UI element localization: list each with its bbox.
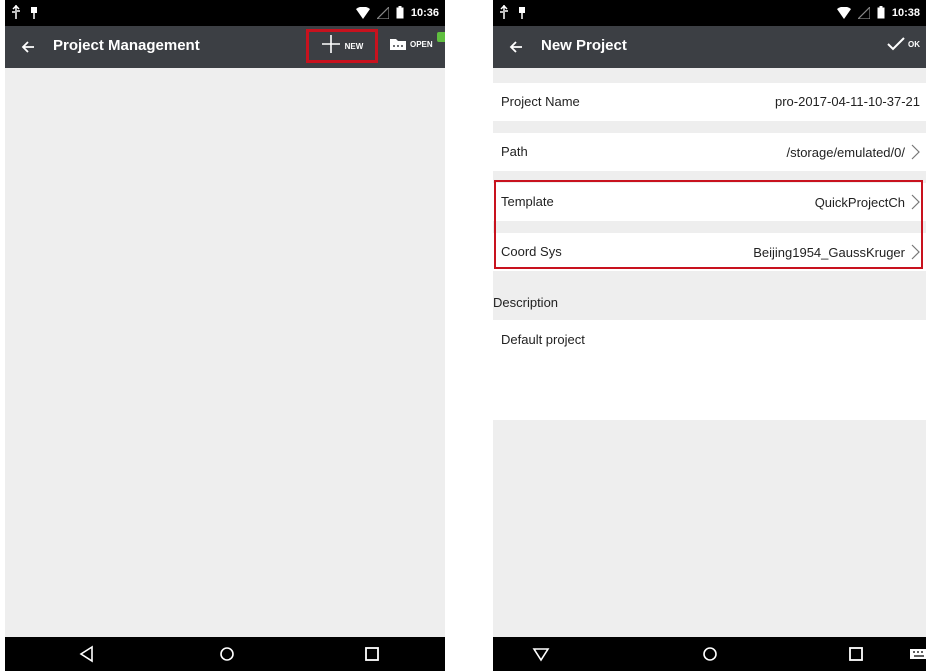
notification-icon [31,7,37,19]
template-label: Template [501,194,554,209]
status-time: 10:36 [410,6,439,19]
page-title: Project Management [53,37,200,54]
plus-icon [321,34,341,59]
navigation-bar [493,637,926,671]
template-value-wrap: QuickProjectCh [815,194,920,210]
open-button-label: OPEN [410,39,433,49]
chevron-right-icon [911,194,920,210]
coord-sys-value-wrap: Beijing1954_GaussKruger [753,244,920,260]
home-circle-icon[interactable] [700,644,720,664]
wifi-icon [836,6,851,19]
status-time: 10:38 [891,6,920,19]
description-label: Description [493,295,559,310]
back-button[interactable] [503,34,529,60]
path-row[interactable]: Path /storage/emulated/0/ [493,133,926,171]
project-management-screen: 10:36 Project Management NEW OPEN [5,0,445,671]
status-bar: 10:36 [5,0,445,26]
back-button[interactable] [15,34,41,60]
page-title: New Project [541,37,627,54]
usb-icon [500,5,508,19]
new-project-button[interactable]: NEW [306,29,378,63]
open-project-button[interactable]: OPEN [390,38,433,50]
app-bar: New Project OK [493,26,926,68]
new-project-screen: 10:38 New Project OK Project Name pro-20… [493,0,926,671]
arrow-left-icon [509,41,522,53]
project-name-row[interactable]: Project Name pro-2017-04-11-10-37-21 [493,83,926,121]
coord-sys-value: Beijing1954_GaussKruger [753,244,905,260]
navigation-bar [5,637,445,671]
ok-button[interactable]: OK [887,37,920,51]
new-button-label: NEW [344,41,364,51]
path-label: Path [501,144,528,159]
app-bar: Project Management NEW OPEN [5,26,445,68]
template-row[interactable]: Template QuickProjectCh [493,183,926,221]
signal-icon [376,6,389,19]
description-field[interactable]: Default project [493,320,926,420]
chevron-right-icon [911,144,920,160]
coord-sys-row[interactable]: Coord Sys Beijing1954_GaussKruger [493,233,926,271]
keyboard-icon[interactable] [909,644,926,664]
folder-icon [390,39,406,50]
recents-square-icon[interactable] [846,644,866,664]
usb-icon [12,5,20,19]
project-name-value[interactable]: pro-2017-04-11-10-37-21 [775,94,920,109]
battery-icon [877,6,885,19]
recents-square-icon[interactable] [362,644,382,664]
path-value: /storage/emulated/0/ [786,144,905,160]
notification-icon [519,7,525,19]
back-triangle-icon[interactable] [77,644,97,664]
coord-sys-label: Coord Sys [501,244,562,259]
battery-icon [396,6,404,19]
status-bar: 10:38 [493,0,926,26]
project-name-label: Project Name [501,94,580,109]
chevron-right-icon [911,244,920,260]
signal-icon [857,6,870,19]
arrow-left-icon [21,41,34,53]
back-down-triangle-icon[interactable] [531,644,551,664]
description-value: Default project [501,332,585,347]
path-value-wrap: /storage/emulated/0/ [786,144,920,160]
wifi-icon [355,6,370,19]
home-circle-icon[interactable] [217,644,237,664]
ok-button-label: OK [908,39,920,49]
overflow-indicator [437,32,445,42]
checkmark-icon [887,37,905,51]
template-value: QuickProjectCh [814,194,905,210]
